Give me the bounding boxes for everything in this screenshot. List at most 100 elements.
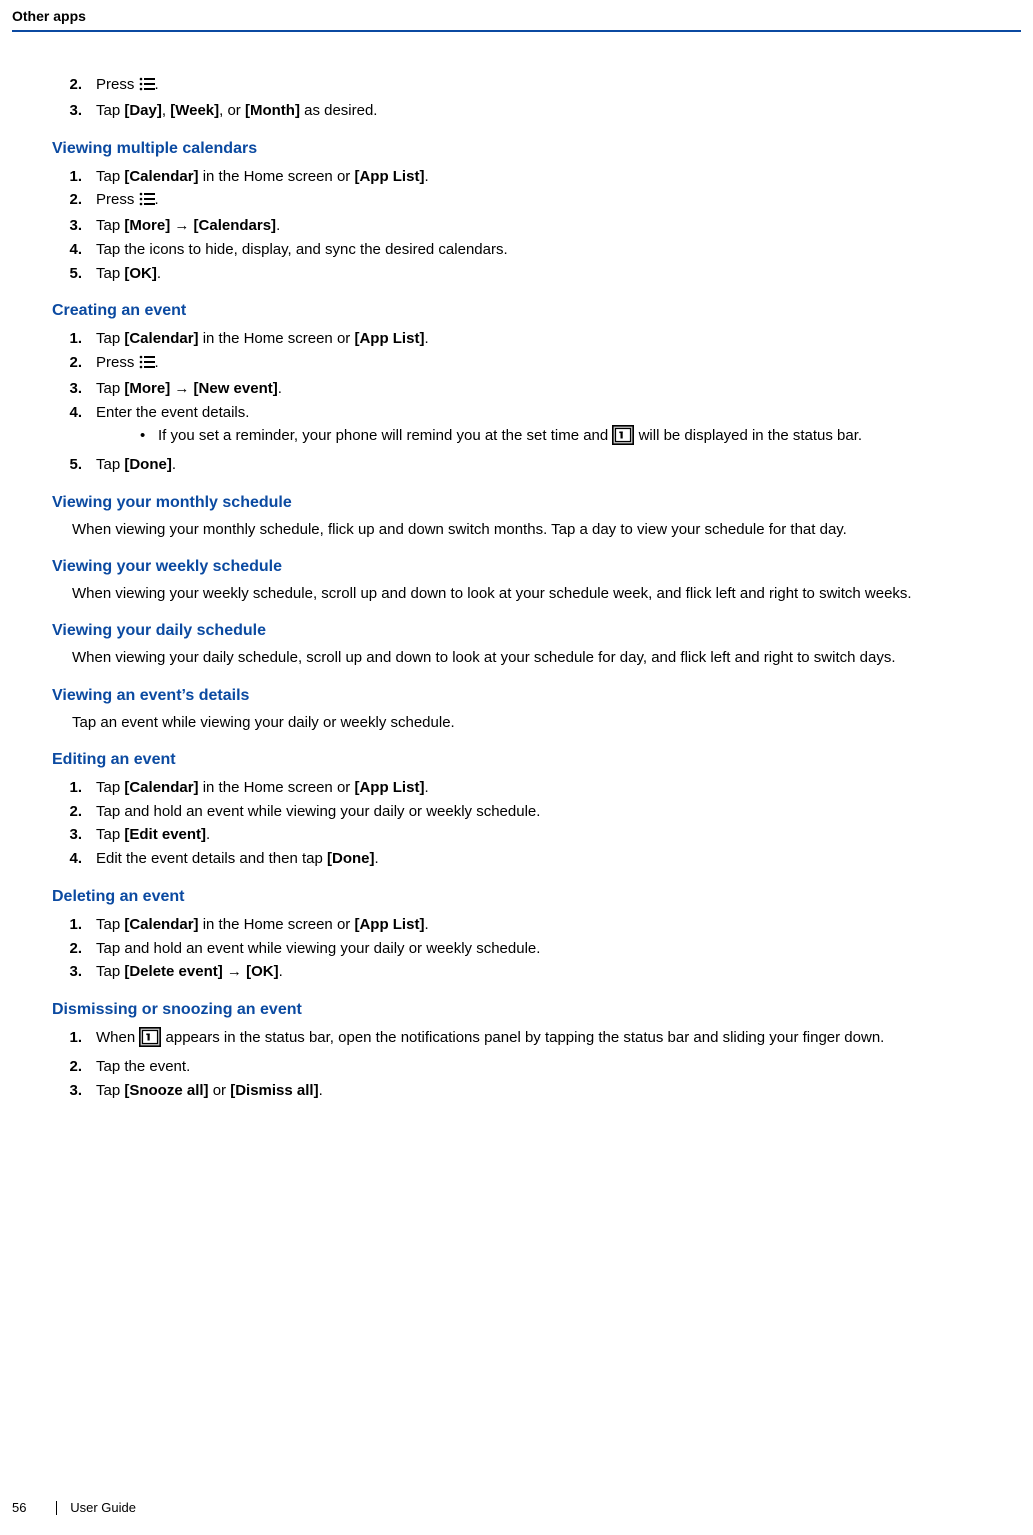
section-heading: Deleting an event bbox=[52, 888, 1021, 906]
section-heading: Editing an event bbox=[52, 751, 1021, 769]
step-number: 2. bbox=[52, 1056, 82, 1078]
step-text: Edit the event details and then tap [Don… bbox=[96, 850, 379, 867]
page-footer: 56 User Guide bbox=[12, 1500, 136, 1515]
step-number: 2. bbox=[52, 352, 82, 374]
calendar-icon bbox=[139, 1027, 161, 1054]
step-item: 1. Tap [Calendar] in the Home screen or [… bbox=[52, 166, 1021, 188]
step-number: 2. bbox=[52, 74, 82, 96]
arrow-icon: → bbox=[174, 217, 189, 234]
section-heading: Dismissing or snoozing an event bbox=[52, 1001, 1021, 1019]
step-item: 5. Tap [Done]. bbox=[52, 454, 1021, 476]
step-number: 4. bbox=[52, 848, 82, 870]
menu-icon bbox=[139, 354, 155, 376]
step-number: 3. bbox=[52, 215, 82, 237]
step-number: 1. bbox=[52, 166, 82, 188]
section-heading: Viewing an event’s details bbox=[52, 687, 1021, 705]
content-area: 2. Press . 3. Tap [Day], [Week], or [Month]… bbox=[0, 32, 1033, 1101]
step-text: Tap [OK]. bbox=[96, 265, 161, 282]
step-item: 1. Tap [Calendar] in the Home screen or [… bbox=[52, 914, 1021, 936]
page-number: 56 bbox=[12, 1500, 46, 1515]
step-item: 3. Tap [Delete event] → [OK]. bbox=[52, 961, 1021, 983]
step-text: Tap [Day], [Week], or [Month] as desired… bbox=[96, 102, 377, 119]
step-item: 2. Tap and hold an event while viewing yo… bbox=[52, 938, 1021, 960]
step-number: 3. bbox=[52, 1080, 82, 1102]
step-item: 5. Tap [OK]. bbox=[52, 263, 1021, 285]
section-heading: Viewing your monthly schedule bbox=[52, 494, 1021, 512]
step-item: 2. Tap and hold an event while viewing yo… bbox=[52, 801, 1021, 823]
section-heading: Viewing your weekly schedule bbox=[52, 558, 1021, 576]
step-list: 2. Press . 3. Tap [Day], [Week], or [Month]… bbox=[52, 74, 1021, 122]
step-text: Tap and hold an event while viewing your… bbox=[96, 940, 540, 957]
step-text: Enter the event details. bbox=[96, 404, 249, 421]
step-number: 1. bbox=[52, 914, 82, 936]
section-heading: Viewing multiple calendars bbox=[52, 140, 1021, 158]
step-item: 1.Tap [Calendar] in the Home screen or [… bbox=[52, 328, 1021, 350]
step-item: 4. Enter the event details. •If you set a … bbox=[52, 402, 1021, 453]
section-heading: Creating an event bbox=[52, 302, 1021, 320]
document-page: Other apps 2. Press . 3. Tap [Day], [Week],… bbox=[0, 0, 1033, 1535]
step-text: Tap [Calendar] in the Home screen or [Ap… bbox=[96, 916, 429, 933]
step-text: Tap [Calendar] in the Home screen or [Ap… bbox=[96, 330, 429, 347]
section-paragraph: When viewing your daily schedule, scroll… bbox=[72, 648, 1021, 668]
footer-divider bbox=[56, 1501, 57, 1515]
step-text: Tap [Snooze all] or [Dismiss all]. bbox=[96, 1082, 323, 1099]
section-paragraph: Tap an event while viewing your daily or… bbox=[72, 713, 1021, 733]
step-list: 1. Tap [Calendar] in the Home screen or [… bbox=[52, 914, 1021, 983]
step-item: 4. Edit the event details and then tap [D… bbox=[52, 848, 1021, 870]
bullet-icon: • bbox=[140, 425, 145, 447]
step-item: 4. Tap the icons to hide, display, and sy… bbox=[52, 239, 1021, 261]
step-text: Tap [More] → [New event]. bbox=[96, 380, 282, 397]
step-list: 1. Tap [Calendar] in the Home screen or [… bbox=[52, 777, 1021, 870]
step-text: Tap the icons to hide, display, and sync… bbox=[96, 241, 508, 258]
step-text: Tap [More] → [Calendars]. bbox=[96, 217, 280, 234]
step-text: Tap [Calendar] in the Home screen or [Ap… bbox=[96, 779, 429, 796]
step-number: 1. bbox=[52, 777, 82, 799]
sub-list: •If you set a reminder, your phone will … bbox=[96, 425, 1021, 452]
step-number: 3. bbox=[52, 961, 82, 983]
step-text: Tap [Calendar] in the Home screen or [Ap… bbox=[96, 168, 429, 185]
step-text: When appears in the status bar, open the… bbox=[96, 1029, 884, 1046]
step-text: Press . bbox=[96, 354, 159, 371]
step-item: 2. Press . bbox=[52, 74, 1021, 98]
sub-item: •If you set a reminder, your phone will … bbox=[96, 425, 1021, 452]
step-number: 3. bbox=[52, 824, 82, 846]
step-number: 5. bbox=[52, 263, 82, 285]
step-number: 5. bbox=[52, 454, 82, 476]
step-item: 3. Tap [More] → [Calendars]. bbox=[52, 215, 1021, 237]
step-number: 3. bbox=[52, 378, 82, 400]
step-number: 4. bbox=[52, 402, 82, 424]
step-list: 1. When appears in the status bar, open t… bbox=[52, 1027, 1021, 1101]
step-item: 1. When appears in the status bar, open t… bbox=[52, 1027, 1021, 1054]
step-item: 3. Tap [Day], [Week], or [Month] as desir… bbox=[52, 100, 1021, 122]
menu-icon bbox=[139, 76, 155, 98]
footer-label: User Guide bbox=[70, 1500, 136, 1515]
step-item: 3. Tap [Edit event]. bbox=[52, 824, 1021, 846]
step-text: Tap the event. bbox=[96, 1058, 190, 1075]
menu-icon bbox=[139, 191, 155, 213]
step-number: 2. bbox=[52, 189, 82, 211]
step-number: 4. bbox=[52, 239, 82, 261]
step-text: Press . bbox=[96, 76, 159, 93]
step-list: 1. Tap [Calendar] in the Home screen or [… bbox=[52, 166, 1021, 285]
arrow-icon: → bbox=[174, 380, 189, 397]
page-header: Other apps bbox=[0, 8, 1033, 24]
step-list: 1.Tap [Calendar] in the Home screen or [… bbox=[52, 328, 1021, 476]
arrow-icon: → bbox=[227, 963, 242, 980]
step-text: Tap [Done]. bbox=[96, 456, 176, 473]
step-text: Tap and hold an event while viewing your… bbox=[96, 803, 540, 820]
step-item: 2. Press . bbox=[52, 352, 1021, 376]
step-item: 3. Tap [Snooze all] or [Dismiss all]. bbox=[52, 1080, 1021, 1102]
step-text: Press . bbox=[96, 191, 159, 208]
step-number: 2. bbox=[52, 801, 82, 823]
step-text: Tap [Edit event]. bbox=[96, 826, 210, 843]
step-number: 3. bbox=[52, 100, 82, 122]
step-item: 3. Tap [More] → [New event]. bbox=[52, 378, 1021, 400]
step-number: 1. bbox=[52, 1027, 82, 1049]
step-item: 2. Press . bbox=[52, 189, 1021, 213]
calendar-icon bbox=[612, 425, 634, 452]
section-paragraph: When viewing your weekly schedule, scrol… bbox=[72, 584, 1021, 604]
section-heading: Viewing your daily schedule bbox=[52, 622, 1021, 640]
step-item: 1. Tap [Calendar] in the Home screen or [… bbox=[52, 777, 1021, 799]
step-text: Tap [Delete event] → [OK]. bbox=[96, 963, 283, 980]
step-number: 2. bbox=[52, 938, 82, 960]
